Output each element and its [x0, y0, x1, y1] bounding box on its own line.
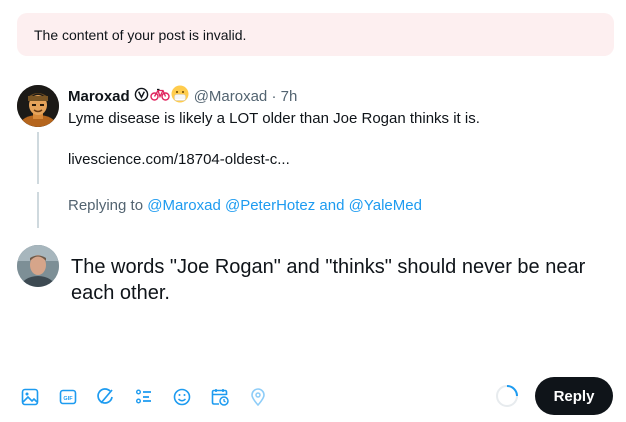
- emoji-icon: [173, 388, 190, 406]
- gif-button[interactable]: GIF: [55, 385, 80, 410]
- poll-icon: [135, 389, 151, 404]
- user-avatar[interactable]: [17, 245, 59, 287]
- quoted-time[interactable]: 7h: [281, 88, 298, 105]
- compose-toolbar: GIF: [17, 383, 283, 411]
- quoted-author-name[interactable]: Maroxad: [68, 88, 130, 105]
- schedule-icon: [211, 389, 229, 406]
- error-message: The content of your post is invalid.: [34, 26, 247, 43]
- mention-link[interactable]: @PeterHotez: [225, 197, 315, 214]
- grok-button[interactable]: [93, 385, 118, 410]
- schedule-button[interactable]: [207, 385, 232, 410]
- quoted-author-avatar[interactable]: [17, 85, 59, 127]
- location-button[interactable]: [245, 385, 270, 410]
- character-count-ring: [496, 385, 518, 407]
- author-badges: [134, 85, 189, 107]
- image-button[interactable]: [17, 385, 42, 410]
- image-icon: [21, 388, 38, 406]
- quoted-post-link[interactable]: livescience.com/18704-oldest-c...: [68, 151, 290, 168]
- dot-separator: ·: [271, 87, 277, 105]
- thread-line: [37, 132, 39, 184]
- quoted-handle[interactable]: @Maroxad: [194, 88, 268, 105]
- quoted-handle-time: @Maroxad · 7h: [194, 88, 298, 105]
- gif-icon: GIF: [59, 389, 76, 405]
- mention-link[interactable]: @Maroxad: [147, 197, 221, 214]
- error-banner: The content of your post is invalid.: [17, 13, 614, 56]
- mask-face-icon: [171, 85, 189, 107]
- reply-button[interactable]: Reply: [535, 377, 613, 415]
- location-icon: [250, 388, 265, 407]
- gif-label: GIF: [63, 396, 73, 402]
- quoted-post-text: Lyme disease is likely a LOT older than …: [68, 110, 480, 127]
- mention-link[interactable]: @YaleMed: [349, 197, 422, 214]
- replying-to: Replying to @Maroxad @PeterHotez and @Ya…: [68, 197, 422, 214]
- thread-line: [37, 192, 39, 228]
- verified-v-icon: [134, 87, 149, 106]
- quoted-post-header: Maroxad @Maroxad · 7h: [68, 85, 298, 107]
- grok-icon: [96, 388, 113, 404]
- compose-textarea[interactable]: The words "Joe Rogan" and "thinks" shoul…: [71, 254, 591, 306]
- bicycle-icon: [149, 87, 170, 106]
- poll-button[interactable]: [131, 385, 156, 410]
- emoji-button[interactable]: [169, 385, 194, 410]
- replying-to-prefix: Replying to: [68, 197, 144, 214]
- replying-and[interactable]: and: [319, 197, 344, 214]
